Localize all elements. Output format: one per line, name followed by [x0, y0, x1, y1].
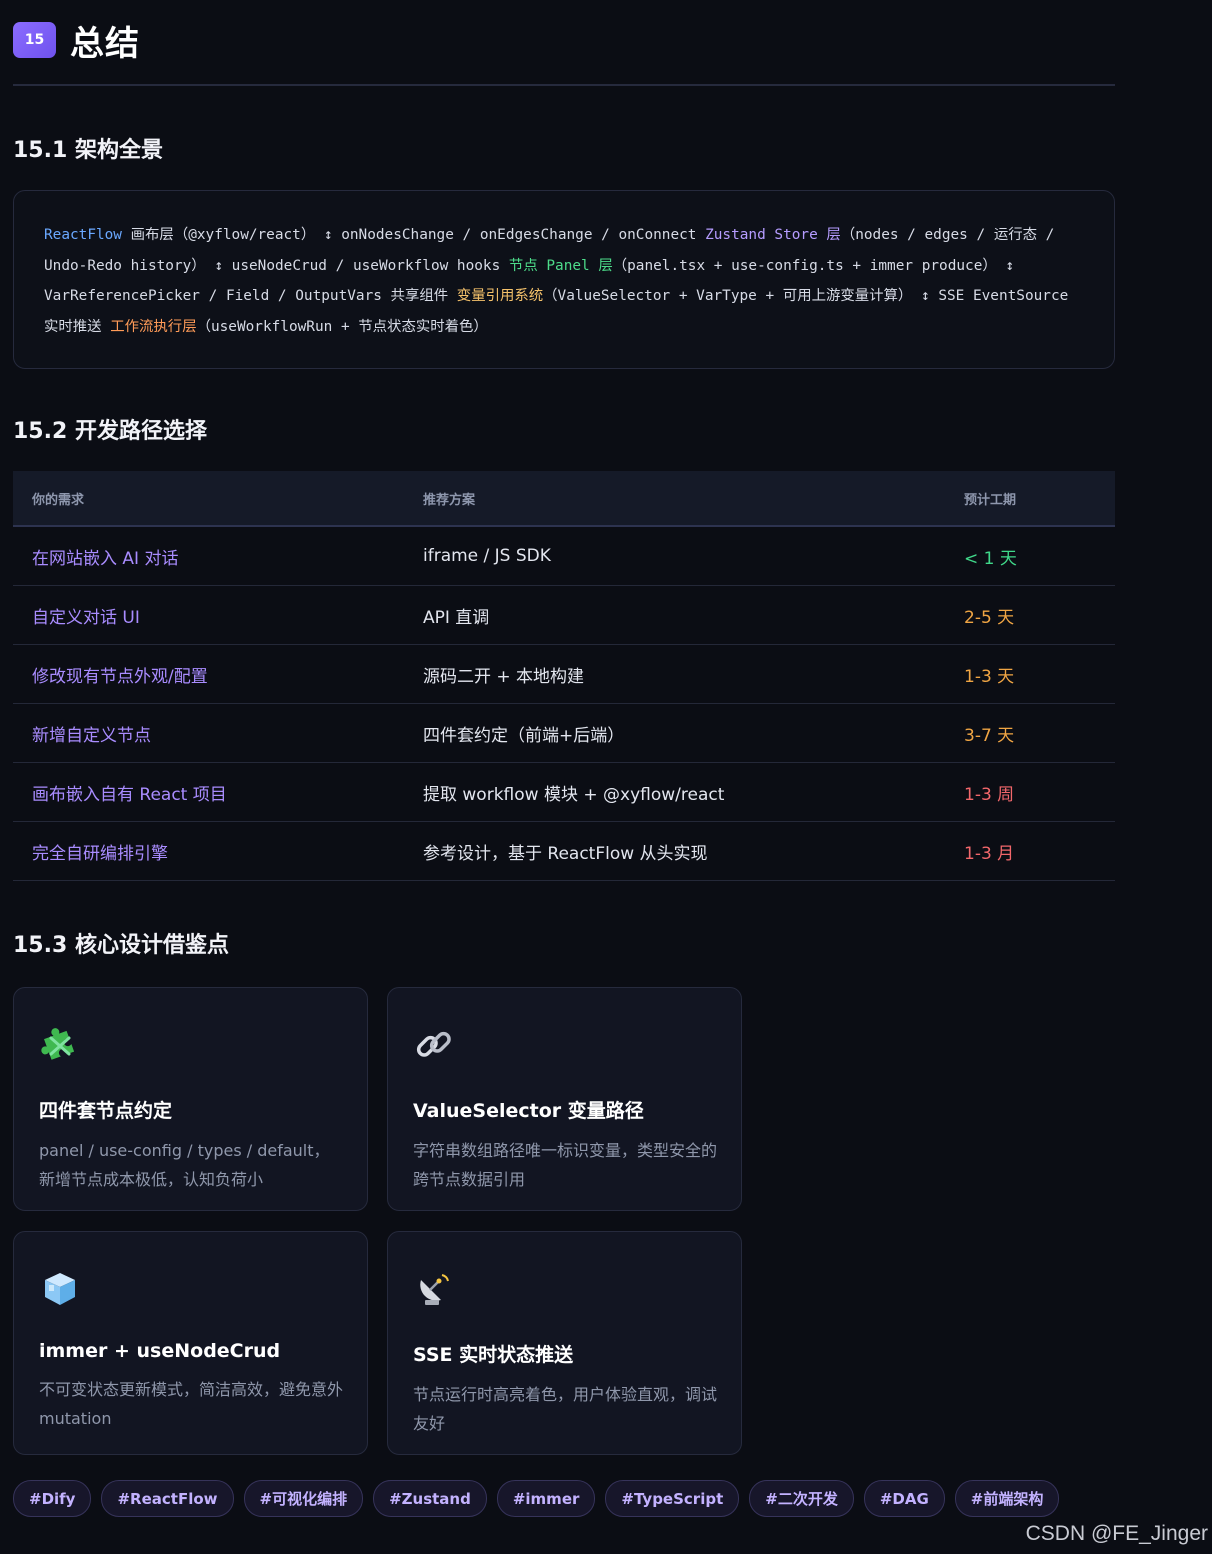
column-header: 预计工期	[945, 471, 1115, 528]
column-header: 你的需求	[13, 471, 404, 528]
tag[interactable]: #ReactFlow	[101, 1480, 234, 1518]
table-row: 在网站嵌入 AI 对话 iframe / JS SDK < 1 天	[13, 526, 1115, 587]
plan-cell: API 直调	[404, 585, 945, 646]
need-cell: 完全自研编排引擎	[13, 821, 404, 882]
card-title: SSE 实时状态推送	[413, 1344, 574, 1367]
table-row: 画布嵌入自有 React 项目 提取 workflow 模块 + @xyflow…	[13, 762, 1115, 823]
arch-execution-layer: 工作流执行层	[110, 318, 197, 335]
card-title: immer + useNodeCrud	[39, 1340, 281, 1363]
table-row: 自定义对话 UI API 直调 2-5 天	[13, 585, 1115, 646]
card-description: 节点运行时高亮着色，用户体验直观，调试友好	[413, 1385, 718, 1434]
card-description: 字符串数组路径唯一标识变量，类型安全的跨节点数据引用	[413, 1141, 718, 1190]
puzzle-icon	[41, 1028, 75, 1061]
need-cell: 修改现有节点外观/配置	[13, 644, 404, 705]
page-title: 总结	[70, 23, 140, 64]
tag[interactable]: #Zustand	[373, 1480, 487, 1518]
design-cards: 四件套节点约定 panel / use-config / types / def…	[13, 987, 1115, 1456]
tag[interactable]: #可视化编排	[243, 1480, 364, 1518]
design-card: 四件套节点约定 panel / use-config / types / def…	[13, 987, 368, 1212]
article: 15 总结 15.1 架构全景 ReactFlow 画布层（@xyflow/re…	[13, 0, 1115, 1518]
tag-list: #Dify #ReactFlow #可视化编排 #Zustand #immer …	[13, 1480, 1115, 1518]
time-cell: 1-3 天	[945, 644, 1115, 705]
card-description: panel / use-config / types / default，新增节…	[39, 1141, 330, 1190]
tag[interactable]: #TypeScript	[605, 1480, 740, 1518]
tag[interactable]: #二次开发	[749, 1480, 854, 1518]
table-row: 修改现有节点外观/配置 源码二开 + 本地构建 1-3 天	[13, 644, 1115, 705]
arch-layer: 层	[817, 227, 841, 243]
arch-text: 画布层（@xyflow/react） ↕ onNodesChange / onE…	[121, 227, 706, 243]
table-row: 完全自研编排引擎 参考设计，基于 ReactFlow 从头实现 1-3 月	[13, 821, 1115, 882]
design-card: SSE 实时状态推送 节点运行时高亮着色，用户体验直观，调试友好	[387, 1231, 742, 1456]
arch-zustand: Zustand Store	[705, 227, 818, 243]
tag[interactable]: #immer	[496, 1480, 596, 1518]
plan-cell: 源码二开 + 本地构建	[404, 644, 945, 705]
need-cell: 自定义对话 UI	[13, 585, 404, 646]
table-header-row: 你的需求 推荐方案 预计工期	[13, 471, 1115, 528]
plan-cell: 四件套约定（前端+后端）	[404, 703, 945, 764]
section-title-architecture: 15.1 架构全景	[13, 138, 163, 163]
time-cell: 2-5 天	[945, 585, 1115, 646]
time-cell: 1-3 月	[945, 821, 1115, 882]
section-header: 15 总结	[13, 0, 1115, 80]
card-description: 不可变状态更新模式，简洁高效，避免意外 mutation	[39, 1380, 344, 1429]
need-cell: 新增自定义节点	[13, 703, 404, 764]
tag[interactable]: #Dify	[13, 1480, 92, 1518]
arch-text: （useWorkflowRun + 节点状态实时着色）	[196, 318, 488, 335]
link-icon	[416, 1032, 451, 1058]
design-card: immer + useNodeCrud 不可变状态更新模式，简洁高效，避免意外 …	[13, 1231, 368, 1456]
divider	[13, 84, 1115, 86]
arch-reactflow: ReactFlow	[44, 227, 122, 243]
need-cell: 在网站嵌入 AI 对话	[13, 526, 404, 587]
section-title-paths: 15.2 开发路径选择	[13, 419, 207, 445]
satellite-dish-icon	[420, 1274, 449, 1306]
card-title: 四件套节点约定	[39, 1100, 173, 1123]
plan-cell: 提取 workflow 模块 + @xyflow/react	[404, 762, 945, 823]
column-header: 推荐方案	[404, 471, 945, 528]
design-card: ValueSelector 变量路径 字符串数组路径唯一标识变量，类型安全的跨节…	[387, 987, 742, 1212]
plan-cell: iframe / JS SDK	[404, 526, 945, 587]
card-title: ValueSelector 变量路径	[413, 1100, 644, 1123]
tag[interactable]: #前端架构	[954, 1480, 1060, 1518]
watermark: CSDN @FE_Jinger	[1025, 1522, 1208, 1545]
section-title-design: 15.3 核心设计借鉴点	[13, 933, 229, 959]
section-number-badge: 15	[13, 22, 56, 58]
architecture-code-block: ReactFlow 画布层（@xyflow/react） ↕ onNodesCh…	[13, 190, 1115, 370]
plan-cell: 参考设计，基于 ReactFlow 从头实现	[404, 821, 945, 882]
time-cell: < 1 天	[945, 526, 1115, 587]
arch-panel-layer: 节点 Panel 层	[508, 257, 613, 274]
ice-cube-icon	[45, 1273, 75, 1306]
need-cell: 画布嵌入自有 React 项目	[13, 762, 404, 823]
arch-variable-system: 变量引用系统	[456, 288, 544, 305]
table-row: 新增自定义节点 四件套约定（前端+后端） 3-7 天	[13, 703, 1115, 764]
time-cell: 1-3 周	[945, 762, 1115, 823]
dev-path-table: 你的需求 推荐方案 预计工期 在网站嵌入 AI 对话 iframe / JS S…	[13, 471, 1115, 882]
tag[interactable]: #DAG	[863, 1480, 945, 1518]
time-cell: 3-7 天	[945, 703, 1115, 764]
